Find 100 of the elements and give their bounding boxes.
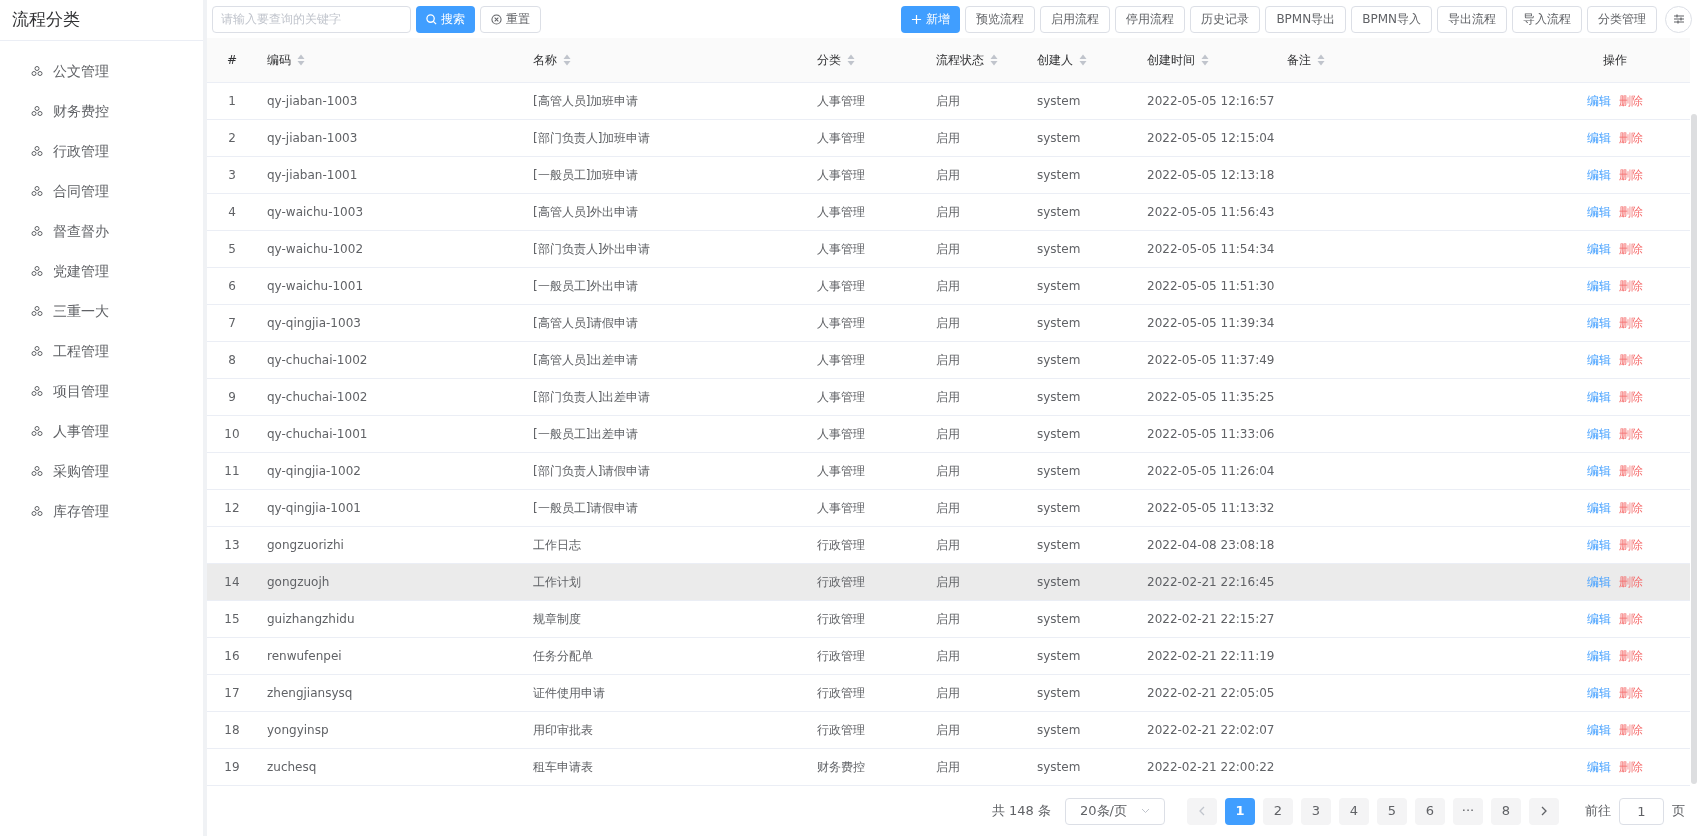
table-cell: 行政管理 <box>817 611 865 626</box>
table-cell: system <box>1037 685 1081 700</box>
sort-icon <box>563 53 571 66</box>
table-cell: 1 <box>228 93 236 108</box>
page-button[interactable]: 2 <box>1263 797 1293 825</box>
table-cell: 8 <box>228 352 236 367</box>
table-cell: 2022-05-05 12:16:57 <box>1147 93 1275 108</box>
toolbar-button[interactable]: 导入流程 <box>1512 5 1582 33</box>
table-cell: 18 <box>224 722 240 737</box>
table-cell: 人事管理 <box>817 426 865 441</box>
category-icon <box>31 65 43 77</box>
goto-page-field[interactable]: 1 <box>1619 797 1664 825</box>
table-cell: 2022-05-05 11:39:34 <box>1147 315 1275 330</box>
search-icon <box>426 13 437 25</box>
sidebar-item[interactable]: 党建管理 <box>0 251 203 291</box>
toolbar-button[interactable]: BPMN导出 <box>1265 5 1347 33</box>
table-cell: 启用 <box>936 278 960 293</box>
table-cell: [高管人员]加班申请 <box>533 93 639 108</box>
table-cell: 行政管理 <box>817 537 865 552</box>
sidebar-item[interactable]: 财务费控 <box>0 91 203 131</box>
table-cell: 启用 <box>936 537 960 552</box>
table-cell: 启用 <box>936 93 960 108</box>
toolbar-button[interactable]: 历史记录 <box>1190 5 1261 33</box>
scrollbar[interactable] <box>1691 114 1697 784</box>
sidebar-item[interactable]: 督查督办 <box>0 211 203 251</box>
table-cell: 用印审批表 <box>533 722 593 737</box>
table-cell: renwufenpei <box>267 648 342 663</box>
reset-button[interactable]: 重置 <box>480 5 541 33</box>
toolbar-button[interactable]: 启用流程 <box>1040 5 1111 33</box>
category-icon <box>31 305 43 317</box>
column-header[interactable]: 备注 <box>1287 50 1325 69</box>
table-cell: 2022-05-05 12:13:18 <box>1147 167 1275 182</box>
table-cell: [部门负责人]加班申请 <box>533 130 651 145</box>
total-count: 共 148 条 <box>991 802 1051 821</box>
table-cell: 证件使用申请 <box>533 685 605 700</box>
table-cell: 2022-05-05 11:26:04 <box>1147 463 1275 478</box>
column-header[interactable]: 创建时间 <box>1147 50 1209 69</box>
toolbar-button[interactable]: BPMN导入 <box>1351 5 1432 33</box>
table-cell: 启用 <box>936 389 960 404</box>
table-cell: 启用 <box>936 241 960 256</box>
page-button[interactable]: 3 <box>1301 797 1331 825</box>
table-cell: qy-waichu-1002 <box>267 241 364 256</box>
table-cell: 启用 <box>936 722 960 737</box>
table-cell: 2022-05-05 11:56:43 <box>1147 204 1275 219</box>
page-button[interactable]: ··· <box>1453 797 1483 825</box>
sidebar-item[interactable]: 项目管理 <box>0 371 203 411</box>
page-size-select[interactable]: 20条/页 <box>1065 797 1165 825</box>
table-cell: 财务费控 <box>817 759 865 774</box>
category-icon <box>31 225 43 237</box>
sort-icon <box>1079 53 1087 66</box>
table-cell: 3 <box>228 167 236 182</box>
table-cell: qy-qingjia-1003 <box>267 315 361 330</box>
table-cell: 5 <box>228 241 236 256</box>
table-cell: 19 <box>224 759 240 774</box>
table-cell: system <box>1037 722 1081 737</box>
table-cell: 人事管理 <box>817 241 865 256</box>
column-header[interactable]: 流程状态 <box>936 50 998 69</box>
prev-page-button[interactable] <box>1187 797 1217 825</box>
column-header[interactable]: 编码 <box>267 50 305 69</box>
table-cell: 2022-05-05 12:15:04 <box>1147 130 1275 145</box>
table-cell: 启用 <box>936 204 960 219</box>
table-cell: system <box>1037 167 1081 182</box>
table-cell: 2022-05-05 11:33:06 <box>1147 426 1275 441</box>
table-cell: qy-jiaban-1001 <box>267 167 358 182</box>
page-button[interactable]: 6 <box>1415 797 1445 825</box>
toolbar-button[interactable]: 停用流程 <box>1115 5 1186 33</box>
search-field[interactable]: 请输入要查询的关键字 <box>212 5 411 33</box>
category-icon <box>31 345 43 357</box>
sidebar-item[interactable]: 公文管理 <box>0 51 203 91</box>
sidebar-item[interactable]: 人事管理 <box>0 411 203 451</box>
sort-icon <box>1317 53 1325 66</box>
sidebar-item[interactable]: 工程管理 <box>0 331 203 371</box>
table-cell: 2022-04-08 23:08:18 <box>1147 537 1275 552</box>
toolbar-button[interactable]: 导出流程 <box>1437 5 1507 33</box>
table-cell: 启用 <box>936 167 960 182</box>
chevron-down-icon <box>1141 808 1150 814</box>
sidebar-item[interactable]: 合同管理 <box>0 171 203 211</box>
column-header: 操作 <box>1603 51 1627 69</box>
table-cell: system <box>1037 463 1081 478</box>
table-cell: qy-waichu-1003 <box>267 204 364 219</box>
sidebar-item[interactable]: 采购管理 <box>0 451 203 491</box>
column-header[interactable]: 分类 <box>817 50 855 69</box>
toolbar-button[interactable]: 预览流程 <box>965 5 1036 33</box>
next-page-button[interactable] <box>1529 797 1559 825</box>
table-cell: [高管人员]出差申请 <box>533 352 639 367</box>
column-header[interactable]: 名称 <box>533 50 571 69</box>
column-header[interactable]: 创建人 <box>1037 50 1087 69</box>
table-cell: [一般员工]出差申请 <box>533 426 639 441</box>
toolbar-button[interactable]: 分类管理 <box>1587 5 1657 33</box>
page-button[interactable]: 8 <box>1491 797 1521 825</box>
table-cell: system <box>1037 500 1081 515</box>
table-cell: 启用 <box>936 500 960 515</box>
category-icon <box>31 145 43 157</box>
sidebar-item[interactable]: 库存管理 <box>0 491 203 531</box>
page-button[interactable]: 4 <box>1339 797 1369 825</box>
table-cell: qy-jiaban-1003 <box>267 130 358 145</box>
sidebar-item[interactable]: 三重一大 <box>0 291 203 331</box>
sidebar-item[interactable]: 行政管理 <box>0 131 203 171</box>
page-button[interactable]: 5 <box>1377 797 1407 825</box>
table-cell: zhengjiansysq <box>267 685 353 700</box>
